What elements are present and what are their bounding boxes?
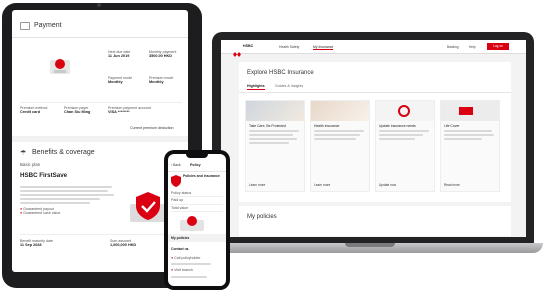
my-policies-heading: My policies [247, 214, 277, 220]
card-image [441, 101, 499, 121]
divider [12, 37, 188, 38]
card-icon [20, 22, 30, 30]
field-value: Chan Siu Ming [64, 110, 91, 115]
phone-title: Policy [190, 163, 201, 167]
explore-panel: Explore HSBC Insurance Highlights Guides… [239, 62, 511, 202]
field-value: 3500.00 HKD [149, 54, 173, 59]
log-on-button[interactable]: Log on [487, 43, 509, 50]
benefit-bullet: ● Guaranteed cash value [20, 211, 61, 216]
top-nav: HSBC Health Safety My Insurance Banking … [221, 40, 526, 57]
tab-guides[interactable]: Guides & Insights [275, 84, 303, 88]
card-image [376, 101, 434, 121]
promo-card[interactable]: Take Care, Be Protected Learn more [245, 100, 305, 192]
phone-heading: Policies and insurance [183, 174, 220, 178]
card-link[interactable]: Learn more [249, 183, 265, 187]
nav-right-link[interactable]: Help [469, 45, 476, 49]
selected-row-label: My policies [171, 235, 190, 240]
explore-heading: Explore HSBC Insurance [247, 70, 314, 76]
tablet-screen: Payment Next due date 11 Jun 2019 Monthl… [12, 10, 188, 272]
card-title: Update insurance needs [379, 124, 416, 128]
card-link[interactable]: Update now [379, 183, 396, 187]
card-title: Life Cover [444, 124, 460, 128]
phone-screen: ‹ Back Policy Policies and insurance Pol… [168, 154, 226, 286]
payment-title: Payment [34, 22, 62, 29]
premium-deduction-link[interactable]: Current premium deduction [130, 126, 174, 130]
card-image [311, 101, 369, 121]
payment-illustration [44, 52, 76, 78]
field-value: 11 Jun 2019 [108, 54, 130, 59]
phone-header: ‹ Back Policy [168, 160, 226, 172]
section-gap [12, 136, 188, 142]
footer-value: 11 Sep 2028 [20, 243, 42, 248]
promo-card[interactable]: Life Cover Read more [440, 100, 500, 192]
card-title: Take Care, Be Protected [249, 124, 286, 128]
phone-notch [186, 154, 208, 158]
card-link[interactable]: Read more [444, 183, 460, 187]
field-value: Monthly [108, 80, 123, 85]
field-value: Credit card [20, 110, 41, 115]
laptop-opening-notch [345, 243, 395, 247]
umbrella-icon: ☂ [20, 150, 27, 157]
card-image [246, 101, 304, 121]
contact-item[interactable]: ● Visit branch [171, 267, 223, 273]
phone-row: Policy status [171, 190, 223, 198]
plan-name: HSBC FirstSave [20, 172, 68, 179]
back-button[interactable]: ‹ Back [171, 163, 181, 167]
contact-item[interactable]: ● Call policyholder [171, 255, 223, 261]
divider [239, 92, 511, 93]
field-value: Monthly [149, 80, 164, 85]
card-title: Health insurance [314, 124, 340, 128]
selected-row[interactable]: My policies [168, 234, 226, 242]
field-value: VISA ******** [108, 110, 130, 115]
phone-shield-icon [171, 174, 181, 187]
promo-card[interactable]: Health insurance Learn more [310, 100, 370, 192]
contact-heading: Contact us [171, 247, 189, 251]
divider [20, 102, 182, 103]
laptop-screen: HSBC Health Safety My Insurance Banking … [221, 40, 526, 237]
nav-link[interactable]: Health Safety [279, 45, 299, 49]
phone-row: Paid up [171, 197, 223, 205]
policies-panel: My policies [239, 206, 511, 236]
promo-card[interactable]: Update insurance needs Update now [375, 100, 435, 192]
nav-link-active[interactable]: My Insurance [313, 45, 334, 50]
tablet-camera [97, 3, 101, 7]
divider [20, 234, 180, 235]
nav-right-link[interactable]: Banking [447, 45, 459, 49]
plan-label: Basic plan [20, 162, 41, 167]
benefits-title: Benefits & coverage [32, 149, 95, 156]
phone-illustration [176, 212, 208, 232]
card-link[interactable]: Learn more [314, 183, 330, 187]
hsbc-logo-icon [233, 44, 241, 57]
tab-highlights[interactable]: Highlights [247, 84, 265, 90]
brand-name: HSBC [243, 44, 254, 48]
